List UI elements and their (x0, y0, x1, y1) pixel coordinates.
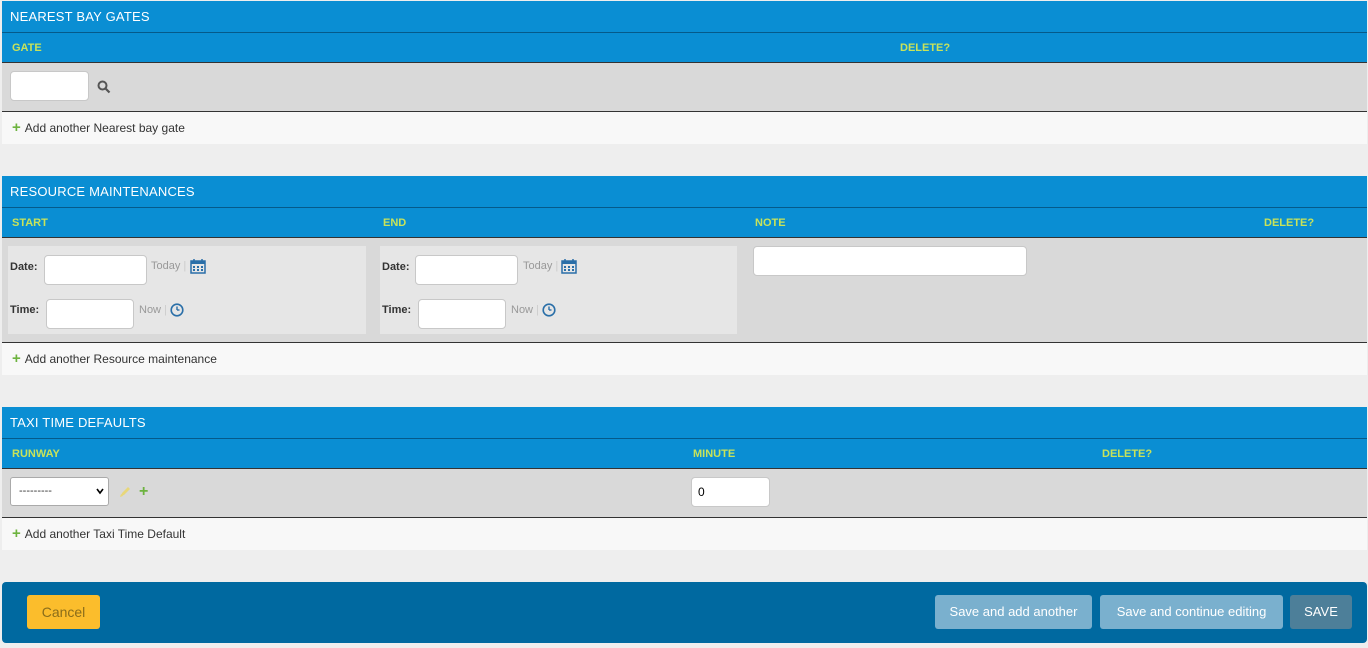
section-title: TAXI TIME DEFAULTS (2, 407, 1367, 439)
add-taxi-time-default-link[interactable]: + Add another Taxi Time Default (2, 518, 1367, 550)
calendar-icon[interactable] (190, 258, 206, 277)
calendar-icon[interactable] (561, 258, 577, 277)
column-gate: GATE (12, 42, 42, 54)
taxi-row: --------- + 0 (2, 469, 1367, 518)
today-shortcut-group: Today | (151, 260, 189, 272)
separator: | (183, 260, 187, 272)
end-datetime-box: Date: Today | Time: Now | (380, 246, 737, 334)
today-link[interactable]: Today (151, 260, 180, 272)
save-and-add-another-button[interactable]: Save and add another (935, 595, 1092, 629)
date-label: Date: (382, 261, 410, 273)
end-time-input[interactable] (418, 299, 506, 329)
gate-row (2, 63, 1367, 112)
column-delete: DELETE? (900, 42, 951, 54)
column-header-row: RUNWAY MINUTE DELETE? (2, 439, 1367, 469)
start-date-input[interactable] (44, 255, 147, 285)
section-title: RESOURCE MAINTENANCES (2, 176, 1367, 208)
column-start: START (12, 217, 48, 229)
time-label: Time: (382, 304, 412, 316)
clock-icon[interactable] (542, 303, 556, 320)
pencil-icon[interactable] (119, 486, 131, 501)
separator: | (536, 304, 539, 316)
save-and-continue-button[interactable]: Save and continue editing (1100, 595, 1283, 629)
column-delete: DELETE? (1102, 448, 1153, 460)
column-delete: DELETE? (1264, 217, 1315, 229)
maintenance-row: Date: Today| Time: Now| Date: Today| (2, 238, 1367, 343)
note-input[interactable] (753, 246, 1027, 276)
date-label: Date: (10, 261, 38, 273)
add-nearest-bay-gate-link[interactable]: + Add another Nearest bay gate (2, 112, 1367, 144)
add-label: Add another Nearest bay gate (24, 121, 185, 135)
nearest-bay-gates-section: NEAREST BAY GATES GATE DELETE? + Add anot… (2, 1, 1367, 144)
end-date-input[interactable] (415, 255, 518, 285)
start-time-input[interactable] (46, 299, 134, 329)
submit-row: Cancel Save and add another Save and con… (2, 582, 1367, 643)
now-link[interactable]: Now (139, 304, 161, 316)
plus-icon: + (12, 350, 21, 367)
today-link[interactable]: Today (523, 260, 552, 272)
start-datetime-box: Date: Today | Time: Now | (8, 246, 366, 334)
chevron-down-icon (96, 488, 104, 495)
plus-icon: + (12, 119, 21, 136)
column-note: NOTE (755, 217, 786, 229)
add-label: Add another Taxi Time Default (24, 527, 186, 541)
add-resource-maintenance-link[interactable]: + Add another Resource maintenance (2, 343, 1367, 375)
save-button[interactable]: SAVE (1290, 595, 1352, 629)
column-end: END (383, 217, 407, 229)
today-shortcut-group: Today | (523, 260, 561, 272)
runway-select[interactable]: --------- (10, 477, 109, 506)
time-label: Time: (10, 304, 40, 316)
separator: | (164, 304, 167, 316)
taxi-time-defaults-section: TAXI TIME DEFAULTS RUNWAY MINUTE DELETE?… (2, 407, 1367, 550)
resource-maintenances-section: RESOURCE MAINTENANCES START END NOTE DEL… (2, 176, 1367, 375)
cancel-button[interactable]: Cancel (27, 595, 100, 629)
search-icon[interactable] (97, 80, 111, 97)
minute-input[interactable]: 0 (691, 477, 770, 507)
gate-input[interactable] (10, 71, 89, 101)
column-header-row: START END NOTE DELETE? (2, 208, 1367, 238)
column-header-row: GATE DELETE? (2, 33, 1367, 63)
add-label: Add another Resource maintenance (24, 352, 217, 366)
plus-icon: + (12, 525, 21, 542)
column-minute: MINUTE (693, 448, 736, 460)
now-link[interactable]: Now (511, 304, 533, 316)
add-runway-icon[interactable]: + (139, 483, 148, 501)
runway-selected-value: --------- (19, 485, 52, 497)
clock-icon[interactable] (170, 303, 184, 320)
separator: | (555, 260, 559, 272)
section-title: NEAREST BAY GATES (2, 1, 1367, 33)
now-shortcut-group: Now | (139, 304, 170, 316)
now-shortcut-group: Now | (511, 304, 542, 316)
column-runway: RUNWAY (12, 448, 60, 460)
